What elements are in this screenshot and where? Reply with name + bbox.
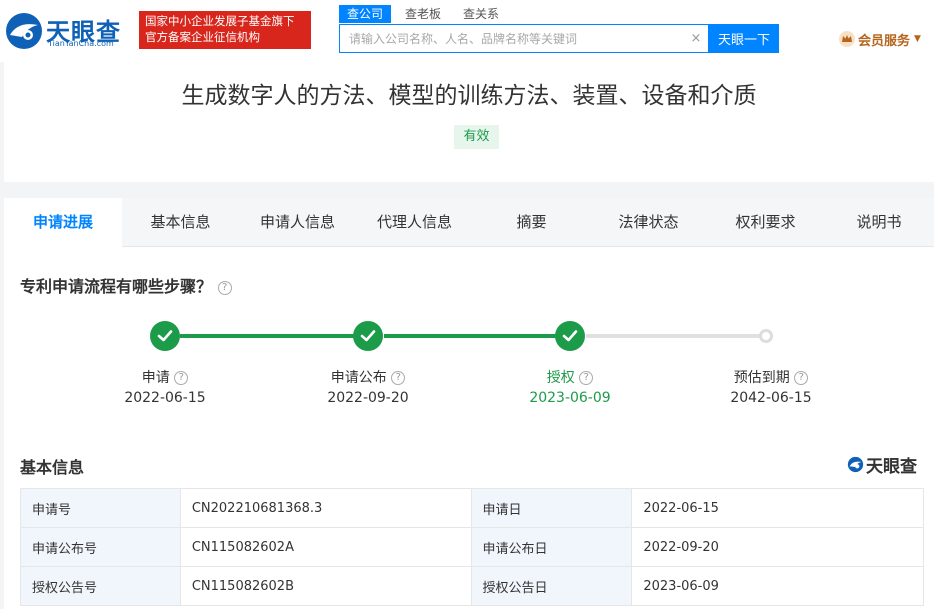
tab-agent-info[interactable]: 代理人信息 bbox=[356, 198, 473, 247]
step-date: 2042-06-15 bbox=[730, 390, 812, 406]
search-tabs: 查公司 查老板 查关系 bbox=[339, 5, 513, 23]
table-row: 授权公告号 CN115082602B 授权公告日 2023-06-09 bbox=[20, 566, 924, 606]
table-row: 申请公布号 CN115082602A 申请公布日 2022-09-20 bbox=[20, 527, 924, 567]
help-icon[interactable]: ? bbox=[794, 371, 809, 385]
search-tab-company[interactable]: 查公司 bbox=[339, 5, 392, 23]
gov-badge-line1: 国家中小企业发展子基金旗下 bbox=[145, 14, 295, 28]
tab-specification[interactable]: 说明书 bbox=[824, 198, 934, 247]
search-input[interactable] bbox=[340, 25, 685, 52]
table-key: 授权公告日 bbox=[470, 566, 633, 606]
tianyancha-logo-icon bbox=[6, 13, 42, 49]
table-value: CN202210681368.3 bbox=[179, 488, 472, 528]
step-done-icon bbox=[353, 321, 383, 351]
tab-abstract[interactable]: 摘要 bbox=[473, 198, 590, 247]
progress-track-2 bbox=[384, 334, 574, 338]
gov-certification-badge[interactable]: 国家中小企业发展子基金旗下 官方备案企业征信机构 bbox=[139, 11, 311, 49]
gov-badge-line2: 官方备案企业征信机构 bbox=[145, 30, 260, 44]
tab-basic-info[interactable]: 基本信息 bbox=[122, 198, 239, 247]
checkmark-icon bbox=[562, 330, 578, 342]
tab-applicant-info[interactable]: 申请人信息 bbox=[239, 198, 356, 247]
progress-heading-text: 专利申请流程有哪些步骤？ bbox=[20, 277, 213, 296]
step-label-text: 授权 bbox=[546, 370, 575, 386]
table-value: CN115082602B bbox=[179, 566, 472, 606]
step-label: 申请公布 ? bbox=[268, 367, 468, 387]
logo-domain: TianYanCha.com bbox=[48, 39, 114, 48]
help-icon[interactable]: ? bbox=[579, 371, 594, 385]
vip-service-menu[interactable]: 会员服务 ▼ bbox=[838, 29, 921, 49]
page-title: 生成数字人的方法、模型的训练方法、装置、设备和介质 bbox=[181, 83, 757, 109]
help-icon[interactable]: ? bbox=[174, 371, 189, 385]
table-key: 申请公布号 bbox=[20, 527, 181, 567]
crown-icon bbox=[839, 31, 855, 47]
progress-track-1 bbox=[180, 334, 372, 338]
checkmark-icon bbox=[360, 330, 376, 342]
step-date: 2022-09-20 bbox=[327, 390, 409, 406]
step-done-icon bbox=[555, 321, 585, 351]
step-label-text: 申请 bbox=[141, 370, 170, 386]
search-button[interactable]: 天眼一下 bbox=[709, 24, 779, 53]
table-value: 2023-06-09 bbox=[631, 566, 924, 606]
vip-service-label: 会员服务 bbox=[858, 33, 911, 49]
tianyancha-logo[interactable]: 天眼查 TianYanCha.com bbox=[4, 11, 134, 51]
table-value: 2022-06-15 bbox=[631, 488, 924, 528]
step-label: 授权 ? bbox=[470, 367, 670, 387]
search-box: × bbox=[339, 24, 709, 53]
progress-section-heading: 专利申请流程有哪些步骤？ ? bbox=[20, 273, 232, 297]
tab-application-progress[interactable]: 申请进展 bbox=[4, 198, 122, 248]
step-date: 2022-06-15 bbox=[124, 390, 206, 406]
step-date: 2023-06-09 bbox=[529, 390, 611, 406]
basic-info-table: 申请号 CN202210681368.3 申请日 2022-06-15 申请公布… bbox=[20, 488, 924, 606]
table-value: CN115082602A bbox=[179, 527, 472, 567]
patent-detail-card: 申请进展 基本信息 申请人信息 代理人信息 摘要 法律状态 权利要求 说明书 专… bbox=[4, 198, 934, 609]
step-label: 预估到期 ? bbox=[671, 367, 871, 387]
table-value: 2022-09-20 bbox=[631, 527, 924, 567]
checkmark-icon bbox=[157, 330, 173, 342]
step-label-text: 预估到期 bbox=[733, 370, 790, 386]
step-label-text: 申请公布 bbox=[330, 370, 387, 386]
progress-track-3 bbox=[586, 334, 766, 338]
detail-tab-bar: 申请进展 基本信息 申请人信息 代理人信息 摘要 法律状态 权利要求 说明书 bbox=[4, 198, 934, 248]
status-badge: 有效 bbox=[454, 125, 499, 149]
table-key: 授权公告号 bbox=[20, 566, 181, 606]
patent-title-card: 生成数字人的方法、模型的训练方法、装置、设备和介质 有效 bbox=[4, 62, 934, 182]
table-key: 申请号 bbox=[20, 488, 181, 528]
tab-claims[interactable]: 权利要求 bbox=[707, 198, 824, 247]
chevron-down-icon: ▼ bbox=[914, 34, 921, 44]
tianyancha-watermark: 天眼查 bbox=[847, 454, 917, 477]
search-tab-boss[interactable]: 查老板 bbox=[397, 5, 449, 23]
tab-legal-status[interactable]: 法律状态 bbox=[590, 198, 707, 247]
top-header: 天眼查 TianYanCha.com 国家中小企业发展子基金旗下 官方备案企业征… bbox=[0, 0, 934, 62]
help-icon[interactable]: ? bbox=[217, 280, 232, 295]
help-icon[interactable]: ? bbox=[391, 371, 406, 385]
tianyancha-logo-icon bbox=[847, 456, 864, 472]
step-done-icon bbox=[150, 321, 180, 351]
table-key: 申请公布日 bbox=[470, 527, 633, 567]
step-label: 申请 ? bbox=[65, 367, 265, 387]
basic-info-heading: 基本信息 bbox=[20, 458, 85, 477]
step-pending-icon bbox=[759, 329, 773, 343]
table-key: 申请日 bbox=[470, 488, 633, 528]
search-tab-relation[interactable]: 查关系 bbox=[455, 5, 507, 23]
watermark-text: 天眼查 bbox=[866, 456, 917, 477]
clear-icon[interactable]: × bbox=[688, 31, 704, 47]
table-row: 申请号 CN202210681368.3 申请日 2022-06-15 bbox=[20, 488, 924, 528]
